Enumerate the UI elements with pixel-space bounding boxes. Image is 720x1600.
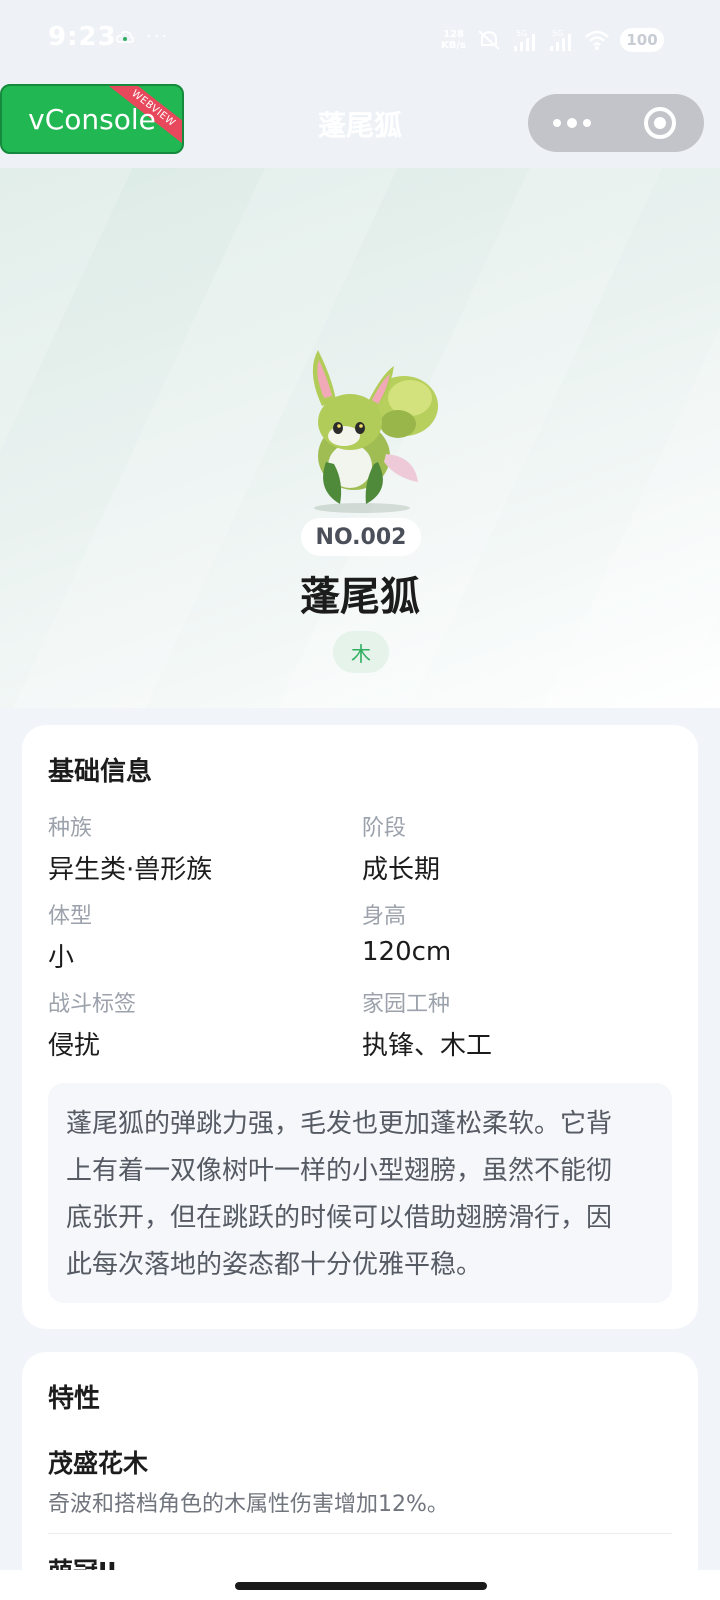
description-line: 此每次落地的姿态都十分优雅平稳。 xyxy=(66,1250,483,1280)
mini-program-capsule xyxy=(528,94,704,152)
status-bar: 9:23 ··· 128 KB/s 5G 5G 100 xyxy=(0,0,720,80)
pet-number-badge: NO.002 xyxy=(301,518,421,556)
wifi-icon xyxy=(585,30,609,50)
height-value: 120cm xyxy=(362,937,452,967)
size-value: 小 xyxy=(48,943,75,973)
mute-icon xyxy=(478,30,500,50)
description-line: 蓬尾狐的弹跳力强，毛发也更加蓬松柔软。它背 xyxy=(66,1109,613,1139)
vconsole-button[interactable]: vConsole WEBVIEW xyxy=(0,84,184,154)
close-target-icon[interactable] xyxy=(616,107,704,139)
vconsole-label: vConsole xyxy=(28,102,156,136)
home-job-value: 执锋、木工 xyxy=(362,1031,493,1061)
trait-desc: 奇波和搭档角色的木属性伤害增加12%。 xyxy=(48,1492,449,1517)
more-icon[interactable] xyxy=(528,117,616,128)
status-right-group: 128 KB/s 5G 5G 100 xyxy=(441,24,664,56)
home-indicator[interactable] xyxy=(235,1582,487,1590)
description-line: 底张开，但在跳跃的时候可以借助翅膀滑行，因 xyxy=(66,1203,613,1233)
signal-icon: 5G xyxy=(550,29,571,51)
svg-text:5G: 5G xyxy=(516,29,527,38)
net-speed-unit: KB/s xyxy=(441,40,466,51)
battery-icon: 100 xyxy=(620,28,664,52)
battle-tag-value: 侵扰 xyxy=(48,1031,101,1061)
signal-icon: 5G xyxy=(514,29,535,51)
stage-label: 阶段 xyxy=(362,816,407,841)
pet-description: 蓬尾狐的弹跳力强，毛发也更加蓬松柔软。它背 上有着一双像树叶一样的小型翅膀，虽然… xyxy=(48,1083,672,1303)
status-time: 9:23 xyxy=(48,22,117,52)
fox-creature-image xyxy=(312,350,438,513)
basic-info-title: 基础信息 xyxy=(48,757,153,787)
traits-title: 特性 xyxy=(48,1384,101,1414)
race-label: 种族 xyxy=(48,816,93,841)
svg-text:5G: 5G xyxy=(552,29,563,38)
home-job-label: 家园工种 xyxy=(362,992,451,1017)
battle-tag-label: 战斗标签 xyxy=(48,992,137,1017)
cloud-icon xyxy=(116,31,134,43)
stage-value: 成长期 xyxy=(362,855,441,885)
net-speed: 128 KB/s xyxy=(441,29,466,51)
element-badge: 木 xyxy=(333,631,389,673)
status-more-icon: ··· xyxy=(146,26,170,47)
traits-card: 特性 茂盛花木 奇波和搭档角色的木属性伤害增加12%。 萌冠II xyxy=(22,1352,698,1600)
size-label: 体型 xyxy=(48,904,93,929)
divider xyxy=(48,1533,672,1534)
net-speed-value: 128 xyxy=(443,29,464,40)
race-value: 异生类·兽形族 xyxy=(48,855,213,885)
height-label: 身高 xyxy=(362,904,407,929)
description-line: 上有着一双像树叶一样的小型翅膀，虽然不能彻 xyxy=(66,1156,613,1186)
pet-hero: NO.002 蓬尾狐 木 xyxy=(0,168,720,708)
basic-info-card: 基础信息 种族 异生类·兽形族 阶段 成长期 体型 小 身高 120cm 战斗标… xyxy=(22,725,698,1329)
pet-name: 蓬尾狐 xyxy=(300,574,420,620)
trait-name: 茂盛花木 xyxy=(48,1449,149,1478)
